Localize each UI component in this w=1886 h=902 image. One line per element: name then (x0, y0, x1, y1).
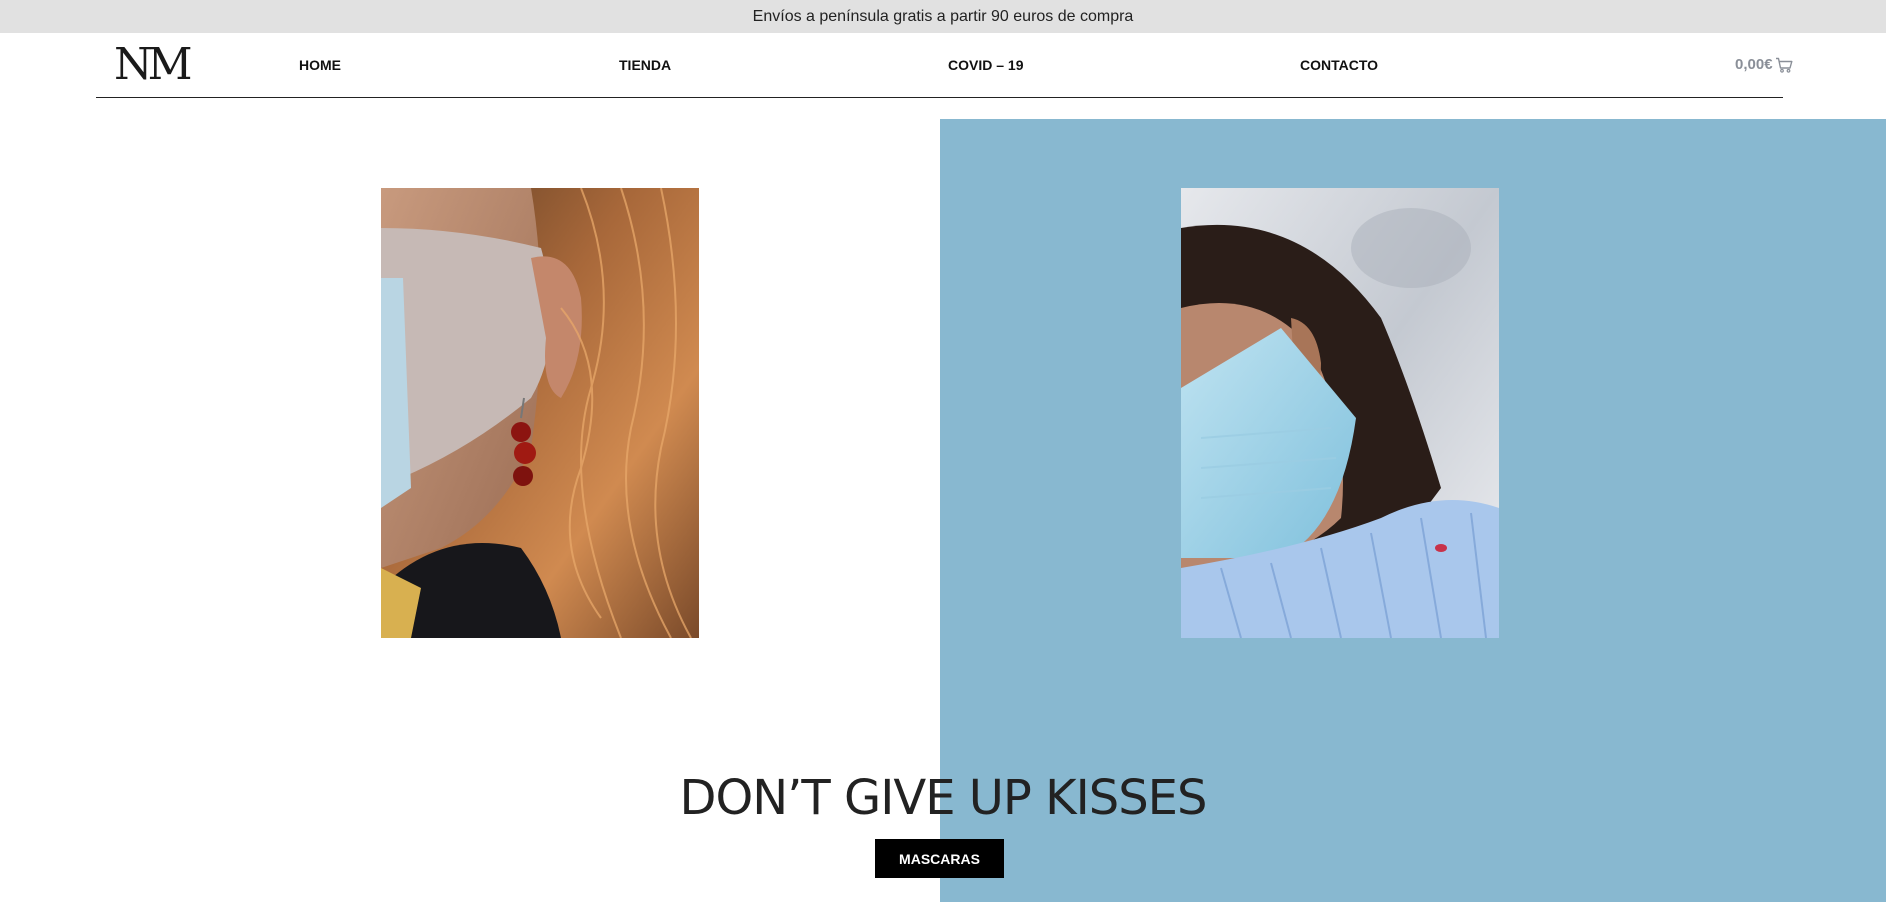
announcement-text: Envíos a península gratis a partir 90 eu… (752, 7, 1134, 25)
header-divider (96, 97, 1783, 98)
logo[interactable]: NM (114, 39, 193, 91)
nav-shop[interactable]: TIENDA (619, 57, 671, 73)
cart-icon (1775, 57, 1793, 73)
masks-button[interactable]: MASCARAS (875, 839, 1004, 878)
nav-contact[interactable]: CONTACTO (1300, 57, 1378, 73)
cart-total: 0,00€ (1735, 56, 1773, 73)
nav-covid[interactable]: COVID – 19 (948, 57, 1023, 73)
site-header: NM HOME TIENDA COVID – 19 CONTACTO 0,00€ (0, 33, 1886, 99)
cart-button[interactable]: 0,00€ (1735, 56, 1793, 73)
photo-earring-mask (381, 188, 699, 638)
announcement-bar: Envíos a península gratis a partir 90 eu… (0, 0, 1886, 33)
nav-home[interactable]: HOME (299, 57, 341, 73)
photo-blue-mask (1181, 188, 1499, 638)
hero-headline: DON’T GIVE UP KISSES (679, 770, 1208, 827)
